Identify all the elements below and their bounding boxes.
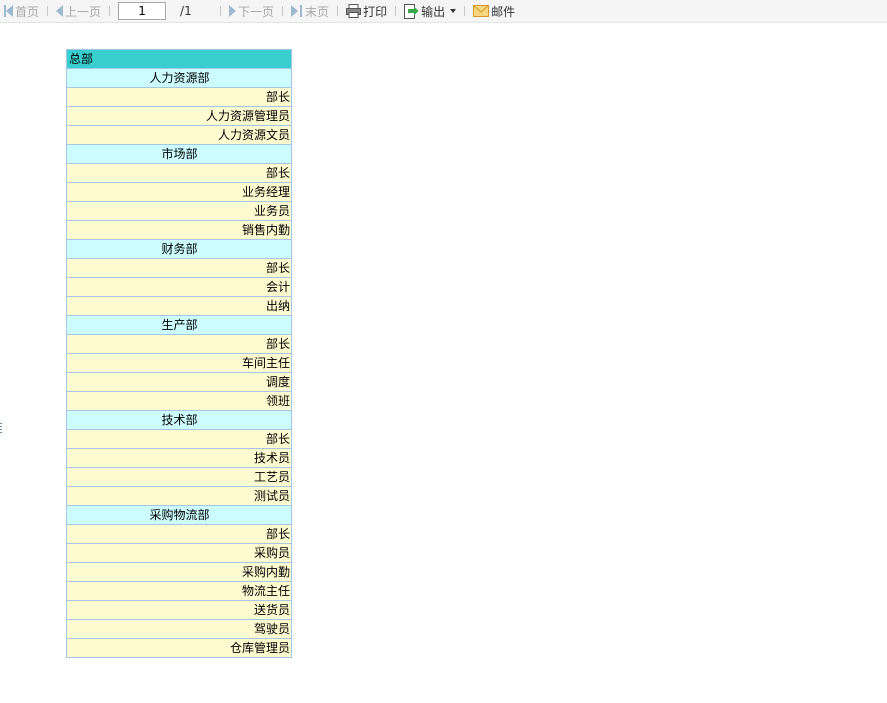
position-row-cell: 部长 (66, 429, 292, 449)
toolbar-separator (395, 6, 397, 16)
position-row-cell: 会计 (66, 277, 292, 297)
toolbar-separator (464, 6, 466, 16)
first-page-button[interactable]: 首页 (2, 0, 41, 22)
position-row-cell: 仓库管理员 (66, 638, 292, 658)
position-row: 仓库管理员 (66, 638, 292, 658)
position-row-cell: 调度 (66, 372, 292, 392)
position-row: 部长 (66, 524, 292, 544)
department-row: 生产部 (66, 315, 292, 335)
root-row: 总部 (66, 49, 292, 69)
department-row: 人力资源部 (66, 68, 292, 88)
export-label: 输出 (421, 4, 446, 19)
export-icon (404, 3, 419, 19)
mail-label: 邮件 (491, 4, 516, 19)
department-row: 财务部 (66, 239, 292, 259)
position-row-cell: 领班 (66, 391, 292, 411)
department-row-cell: 采购物流部 (66, 505, 292, 525)
page-total: /1 (180, 4, 192, 18)
department-row-cell: 生产部 (66, 315, 292, 335)
first-page-label: 首页 (15, 4, 40, 19)
position-row-cell: 车间主任 (66, 353, 292, 373)
position-row-cell: 驾驶员 (66, 619, 292, 639)
position-row: 部长 (66, 163, 292, 183)
toolbar-separator (220, 6, 222, 16)
report-toolbar: 首页 上一页 /1 下一页 末页 打印 输出 (0, 0, 887, 23)
department-row: 技术部 (66, 410, 292, 430)
prev-page-icon (56, 5, 64, 17)
prev-page-label: 上一页 (65, 4, 102, 19)
position-row: 部长 (66, 87, 292, 107)
position-row-cell: 部长 (66, 87, 292, 107)
side-handle[interactable] (0, 423, 2, 434)
position-row-cell: 出纳 (66, 296, 292, 316)
print-button[interactable]: 打印 (344, 0, 389, 22)
position-row: 采购员 (66, 543, 292, 563)
position-row-cell: 工艺员 (66, 467, 292, 487)
position-row-cell: 部长 (66, 524, 292, 544)
position-row-cell: 业务经理 (66, 182, 292, 202)
department-row-cell: 人力资源部 (66, 68, 292, 88)
position-row: 业务员 (66, 201, 292, 221)
department-row-cell: 技术部 (66, 410, 292, 430)
position-row: 调度 (66, 372, 292, 392)
position-row: 车间主任 (66, 353, 292, 373)
prev-page-button[interactable]: 上一页 (54, 0, 103, 22)
position-row-cell: 部长 (66, 258, 292, 278)
position-row-cell: 销售内勤 (66, 220, 292, 240)
department-row-cell: 财务部 (66, 239, 292, 259)
position-row-cell: 采购员 (66, 543, 292, 563)
toolbar-separator (47, 6, 49, 16)
position-row: 部长 (66, 258, 292, 278)
position-row: 物流主任 (66, 581, 292, 601)
position-row: 部长 (66, 429, 292, 449)
position-row: 领班 (66, 391, 292, 411)
position-row-cell: 部长 (66, 334, 292, 354)
export-dropdown[interactable]: 输出 (402, 0, 458, 22)
mail-icon (473, 5, 490, 17)
position-row-cell: 人力资源文员 (66, 125, 292, 145)
position-row: 业务经理 (66, 182, 292, 202)
position-row: 送货员 (66, 600, 292, 620)
position-row-cell: 技术员 (66, 448, 292, 468)
position-row: 技术员 (66, 448, 292, 468)
department-row: 市场部 (66, 144, 292, 164)
print-label: 打印 (363, 4, 388, 19)
position-row-cell: 人力资源管理员 (66, 106, 292, 126)
last-page-icon (291, 5, 299, 17)
next-page-button[interactable]: 下一页 (227, 0, 276, 22)
position-row: 采购内勤 (66, 562, 292, 582)
toolbar-separator (337, 6, 339, 16)
position-row: 工艺员 (66, 467, 292, 487)
position-row-cell: 采购内勤 (66, 562, 292, 582)
printer-icon (346, 4, 362, 18)
root-row-cell: 总部 (66, 49, 292, 69)
position-row: 出纳 (66, 296, 292, 316)
page-number-input[interactable] (118, 2, 167, 20)
position-row: 销售内勤 (66, 220, 292, 240)
chevron-down-icon (450, 9, 457, 13)
position-row: 人力资源管理员 (66, 106, 292, 126)
position-row-cell: 物流主任 (66, 581, 292, 601)
next-page-label: 下一页 (238, 4, 275, 19)
mail-button[interactable]: 邮件 (471, 0, 517, 22)
position-row: 部长 (66, 334, 292, 354)
last-page-label: 末页 (305, 4, 330, 19)
position-row-cell: 业务员 (66, 201, 292, 221)
department-row-cell: 市场部 (66, 144, 292, 164)
position-row: 驾驶员 (66, 619, 292, 639)
position-row-cell: 部长 (66, 163, 292, 183)
org-structure-table: 总部 人力资源部 部长 人力资源管理员 人力资源文员 市场部 部长 业务经理 业务员 销售内勤 财务… (66, 49, 292, 658)
position-row: 会计 (66, 277, 292, 297)
position-row: 人力资源文员 (66, 125, 292, 145)
last-page-button[interactable]: 末页 (289, 0, 331, 22)
position-row-cell: 测试员 (66, 486, 292, 506)
department-row: 采购物流部 (66, 505, 292, 525)
next-page-icon (229, 5, 237, 17)
position-row: 测试员 (66, 486, 292, 506)
toolbar-separator (282, 6, 284, 16)
position-row-cell: 送货员 (66, 600, 292, 620)
toolbar-separator (109, 6, 111, 16)
